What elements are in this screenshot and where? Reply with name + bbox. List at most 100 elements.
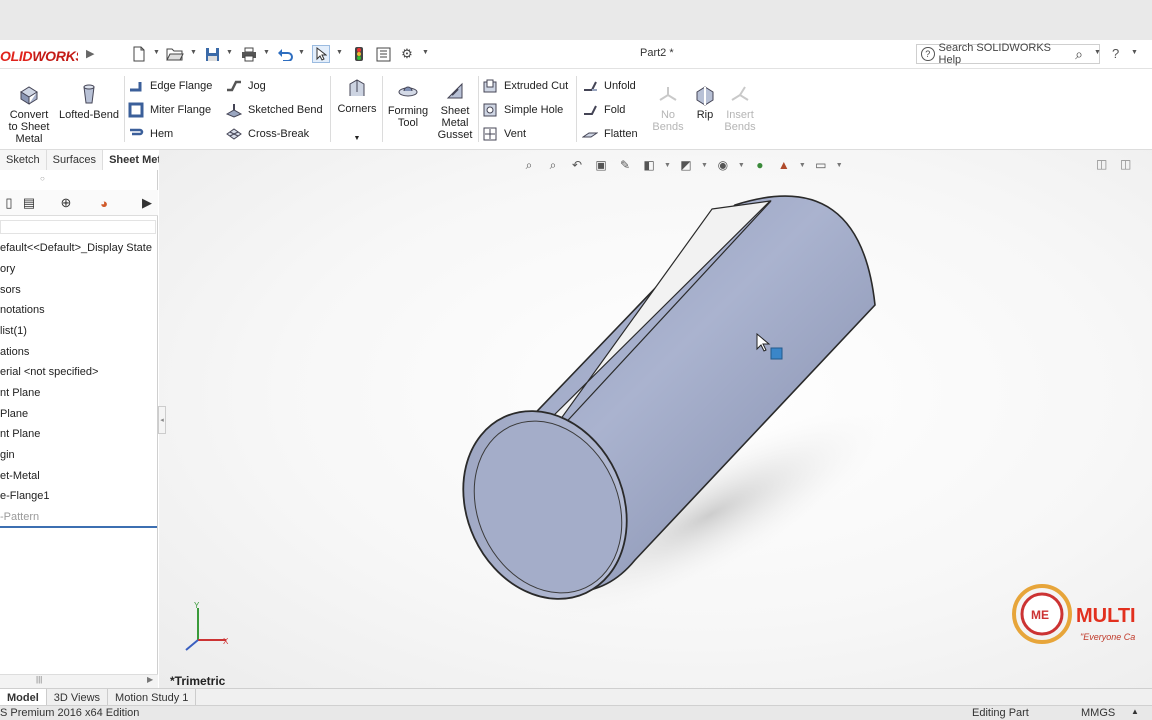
expand-menu-icon[interactable]: ▶ <box>86 47 98 61</box>
scroll-right-icon[interactable]: ▶ <box>147 675 153 684</box>
status-units[interactable]: MMGS <box>1081 707 1115 719</box>
corners-dropdown-icon[interactable]: ▼ <box>354 133 361 145</box>
display-style-icon[interactable]: ◩ <box>677 156 695 174</box>
sheet-metal-gusset-button[interactable]: Sheet Metal Gusset <box>434 80 476 141</box>
select-arrow-icon[interactable] <box>312 45 330 63</box>
tree-item-sheet-metal[interactable]: et-Metal <box>0 468 40 484</box>
panel-tabs-more-icon[interactable]: ▶ <box>138 194 156 212</box>
rollback-bar[interactable] <box>0 526 157 528</box>
hide-show-dropdown-icon[interactable]: ▼ <box>738 162 745 169</box>
tab-3d-views[interactable]: 3D Views <box>47 689 109 706</box>
tree-item-top-plane[interactable]: Plane <box>0 406 28 422</box>
extruded-cut-button[interactable]: Extruded Cut <box>482 78 568 94</box>
undo-dropdown-icon[interactable]: ▼ <box>298 49 306 59</box>
tree-item-display-state[interactable]: efault<<Default>_Display State <box>0 240 152 256</box>
dynamic-annotation-icon[interactable]: ✎ <box>616 156 634 174</box>
zoom-to-fit-icon[interactable]: ⌕ <box>520 156 538 174</box>
tree-item-history[interactable]: ory <box>0 261 15 277</box>
viewport-maximize-icon[interactable]: ◫ <box>1120 157 1131 171</box>
flatten-button[interactable]: Flatten <box>582 126 638 142</box>
svg-text:X: X <box>223 637 229 646</box>
apply-scene-dropdown-icon[interactable]: ▼ <box>799 162 806 169</box>
tree-item-material[interactable]: erial <not specified> <box>0 364 98 380</box>
simple-hole-button[interactable]: Simple Hole <box>482 102 563 118</box>
forming-tool-button[interactable]: Forming Tool <box>386 80 430 129</box>
feature-tree-tab-icon[interactable]: ▯ <box>0 194 18 212</box>
panel-collapse-handle[interactable]: ◂ <box>158 406 166 434</box>
forming-tool-icon <box>398 86 418 97</box>
hide-show-items-icon[interactable]: ◉ <box>714 156 732 174</box>
viewport-restore-icon[interactable]: ◫ <box>1096 157 1107 171</box>
tab-model[interactable]: Model <box>0 689 47 706</box>
feature-tree-scrollbar[interactable]: ||| ▶ <box>0 674 158 688</box>
undo-icon[interactable] <box>276 45 294 63</box>
tree-item-front-plane[interactable]: nt Plane <box>0 385 40 401</box>
view-orientation-icon[interactable]: ◧ <box>640 156 658 174</box>
tree-item-origin[interactable]: gin <box>0 447 15 463</box>
open-folder-icon[interactable] <box>166 45 184 63</box>
display-style-dropdown-icon[interactable]: ▼ <box>701 162 708 169</box>
help-search-box[interactable]: ? Search SOLIDWORKS Help ⌕ <box>916 42 1100 66</box>
help-dropdown-icon[interactable]: ▼ <box>1131 49 1139 59</box>
unfold-button[interactable]: Unfold <box>582 78 636 94</box>
options-gear-icon[interactable]: ⚙ <box>398 45 416 63</box>
print-dropdown-icon[interactable]: ▼ <box>263 49 271 59</box>
hem-button[interactable]: Hem <box>128 126 173 142</box>
svg-text:MULTI: MULTI <box>1076 605 1136 627</box>
vent-button[interactable]: Vent <box>482 126 526 142</box>
open-dropdown-icon[interactable]: ▼ <box>190 49 198 59</box>
zoom-to-area-icon[interactable]: ⌕ <box>544 156 562 174</box>
configuration-manager-tab-icon[interactable]: ⊕ <box>57 194 75 212</box>
tree-item-annotations[interactable]: notations <box>0 302 45 318</box>
print-icon[interactable] <box>240 45 258 63</box>
no-bends-button[interactable]: No Bends <box>650 84 686 133</box>
solidworks-logo[interactable]: OLIDWORKS <box>0 48 78 66</box>
new-dropdown-icon[interactable]: ▼ <box>153 49 161 59</box>
previous-view-icon[interactable]: ↶ <box>568 156 586 174</box>
tab-sketch[interactable]: Sketch <box>0 150 47 170</box>
rip-button[interactable]: Rip <box>690 84 720 121</box>
tree-item-base-flange[interactable]: e-Flange1 <box>0 488 50 504</box>
fold-button[interactable]: Fold <box>582 102 625 118</box>
property-manager-tab-icon[interactable]: ▤ <box>20 194 38 212</box>
save-icon[interactable] <box>203 45 221 63</box>
options-dropdown-icon[interactable]: ▼ <box>422 49 430 59</box>
convert-to-sheet-metal-button[interactable]: Convert to Sheet Metal <box>8 84 50 145</box>
select-dropdown-icon[interactable]: ▼ <box>336 49 344 59</box>
view-orientation-dropdown-icon[interactable]: ▼ <box>664 162 671 169</box>
file-properties-icon[interactable] <box>374 45 392 63</box>
corners-button[interactable]: Corners ▼ <box>336 78 378 145</box>
tree-filter-field[interactable] <box>0 220 156 234</box>
new-document-icon[interactable] <box>130 45 148 63</box>
edge-flange-button[interactable]: Edge Flange <box>128 78 212 94</box>
tree-item-sensors[interactable]: sors <box>0 282 21 298</box>
rebuild-icon[interactable] <box>350 45 368 63</box>
section-view-icon[interactable]: ▣ <box>592 156 610 174</box>
view-orientation-label: *Trimetric <box>170 674 226 688</box>
edit-appearance-icon[interactable]: ● <box>751 156 769 174</box>
cross-break-button[interactable]: Cross-Break <box>226 126 309 142</box>
sketched-bend-button[interactable]: Sketched Bend <box>226 102 323 118</box>
save-dropdown-icon[interactable]: ▼ <box>226 49 234 59</box>
tab-surfaces[interactable]: Surfaces <box>46 150 104 170</box>
sheet-metal-cylinder-model[interactable] <box>440 185 900 635</box>
miter-flange-button[interactable]: Miter Flange <box>128 102 211 118</box>
insert-bends-button[interactable]: Insert Bends <box>720 84 760 133</box>
jog-button[interactable]: Jog <box>226 78 266 94</box>
display-manager-tab-icon[interactable]: ◕ <box>95 194 113 212</box>
search-dropdown-icon[interactable]: ▼ <box>1094 49 1102 59</box>
search-icon[interactable]: ⌕ <box>1075 46 1083 63</box>
lofted-bend-button[interactable]: Lofted-Bend <box>58 84 120 121</box>
tree-item-equations[interactable]: ations <box>0 344 29 360</box>
status-units-dropdown-icon[interactable]: ▲ <box>1131 707 1139 716</box>
help-menu-button[interactable]: ? <box>1112 46 1119 61</box>
view-settings-dropdown-icon[interactable]: ▼ <box>836 162 843 169</box>
tree-item-cut-list[interactable]: list(1) <box>0 323 27 339</box>
panel-splitter-handle[interactable]: ○ <box>40 174 45 183</box>
tab-motion-study[interactable]: Motion Study 1 <box>108 689 197 706</box>
view-settings-icon[interactable]: ▭ <box>812 156 830 174</box>
tree-item-right-plane[interactable]: nt Plane <box>0 426 40 442</box>
apply-scene-icon[interactable]: ▲ <box>775 156 793 174</box>
tree-item-flat-pattern[interactable]: -Pattern <box>0 509 39 525</box>
cross-break-icon <box>226 128 242 140</box>
